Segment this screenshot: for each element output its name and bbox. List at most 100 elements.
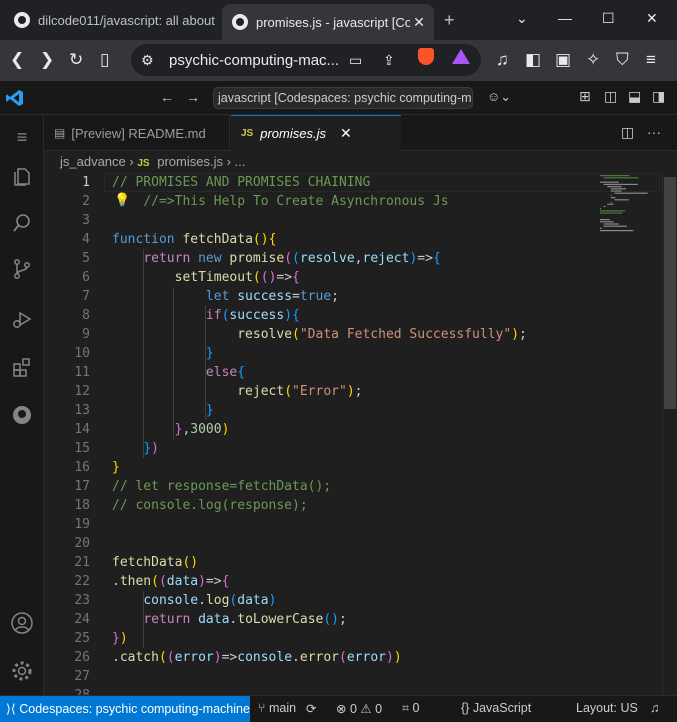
- code-line[interactable]: 27: [44, 667, 662, 686]
- line-number: 24: [74, 612, 90, 627]
- customize-layout-icon[interactable]: ⊞: [579, 88, 591, 105]
- brave-rewards-icon[interactable]: [452, 49, 470, 64]
- back-icon[interactable]: ❮: [10, 50, 24, 70]
- accounts-icon[interactable]: [0, 601, 44, 645]
- minimap[interactable]: [596, 173, 660, 253]
- code-line[interactable]: 5 return new promise((resolve,reject)=>{: [44, 249, 662, 268]
- breadcrumb-file[interactable]: promises.js: [157, 154, 223, 169]
- share-icon[interactable]: ⇪: [383, 50, 395, 70]
- code-editor[interactable]: 1 // PROMISES AND PROMISES CHAINING 2 //=>…: [44, 173, 662, 695]
- code-line[interactable]: 3: [44, 211, 662, 230]
- ports-count: 0: [412, 701, 420, 715]
- toggle-panel-icon[interactable]: ⬓: [628, 88, 641, 105]
- breadcrumb-more[interactable]: ...: [235, 154, 246, 169]
- ports-indicator[interactable]: ⌗ 0: [402, 701, 419, 716]
- code-line[interactable]: 9 resolve("Data Fetched Successfully");: [44, 325, 662, 344]
- code-line[interactable]: 6 setTimeout(()=>{: [44, 268, 662, 287]
- search-icon[interactable]: [0, 201, 44, 245]
- browser-tab-promises[interactable]: promises.js - javascript [Co ✕: [222, 4, 434, 40]
- editor-scrollbar[interactable]: [662, 173, 677, 695]
- scrollbar-thumb[interactable]: [664, 177, 676, 409]
- code-line[interactable]: 1 // PROMISES AND PROMISES CHAINING: [44, 173, 662, 192]
- minimap-line: [603, 183, 638, 185]
- tab-readme-preview[interactable]: ▤ [Preview] README.md: [44, 115, 230, 151]
- install-app-icon[interactable]: ▭: [349, 50, 362, 70]
- new-tab-button[interactable]: +: [444, 10, 455, 31]
- forward-icon[interactable]: ❯: [40, 50, 54, 70]
- code-line[interactable]: 20: [44, 534, 662, 553]
- brave-shield-icon[interactable]: [418, 48, 434, 65]
- remote-indicator[interactable]: ⟩⟨ Codespaces: psychic computing-machine: [0, 696, 250, 722]
- sync-icon[interactable]: ⟳: [306, 701, 316, 716]
- breadcrumb-folder[interactable]: js_advance: [60, 154, 126, 169]
- activity-bar: ≡: [0, 115, 44, 695]
- copilot-icon[interactable]: ☺⌄: [487, 89, 511, 105]
- toggle-sidebar-icon[interactable]: ◫: [604, 88, 617, 105]
- leo-ai-icon[interactable]: ✧: [586, 50, 600, 70]
- code-line[interactable]: 8 if(success){: [44, 306, 662, 325]
- line-number: 25: [74, 631, 90, 646]
- maximize-icon[interactable]: ☐: [602, 10, 615, 27]
- settings-gear-icon[interactable]: [0, 649, 44, 693]
- code-line[interactable]: 22 .then((data)=>{: [44, 572, 662, 591]
- split-editor-icon[interactable]: ◫: [621, 124, 634, 141]
- code-line[interactable]: 25}): [44, 629, 662, 648]
- code-line[interactable]: 16}: [44, 458, 662, 477]
- code-line[interactable]: 19: [44, 515, 662, 534]
- menu-icon[interactable]: ≡: [646, 50, 656, 70]
- code-line[interactable]: 12 reject("Error");: [44, 382, 662, 401]
- command-center[interactable]: javascript [Codespaces: psychic computin…: [213, 87, 473, 109]
- nav-back-icon[interactable]: ←: [160, 89, 174, 105]
- vpn-icon[interactable]: ⛉: [616, 50, 629, 70]
- site-info-icon[interactable]: ⚙: [141, 50, 154, 70]
- menu-icon[interactable]: ≡: [0, 115, 44, 159]
- close-icon[interactable]: ✕: [340, 125, 352, 142]
- code-line[interactable]: 13 }: [44, 401, 662, 420]
- more-actions-icon[interactable]: ···: [647, 124, 661, 140]
- code-line[interactable]: 14 },3000): [44, 420, 662, 439]
- language-mode[interactable]: {} JavaScript: [461, 701, 531, 715]
- code-line[interactable]: 4 function fetchData(){: [44, 230, 662, 249]
- code-line[interactable]: 10 }: [44, 344, 662, 363]
- line-number: 19: [74, 517, 90, 532]
- wallet-icon[interactable]: ▣: [555, 50, 571, 70]
- minimap-line: [603, 223, 619, 225]
- media-icon[interactable]: ♫: [496, 50, 509, 70]
- lightbulb-icon[interactable]: 💡: [114, 193, 130, 208]
- code-text: resolve("Data Fetched Successfully");: [237, 327, 527, 342]
- code-line[interactable]: 24 return data.toLowerCase();: [44, 610, 662, 629]
- tab-search-icon[interactable]: ⌄: [516, 10, 528, 27]
- problems-indicator[interactable]: ⊗ 0 ⚠ 0: [336, 701, 382, 716]
- keyboard-layout[interactable]: Layout: US: [576, 701, 638, 715]
- github-icon[interactable]: [0, 393, 44, 437]
- source-control-icon[interactable]: [0, 247, 44, 291]
- branch-indicator[interactable]: ⑂ main: [258, 701, 296, 715]
- reload-icon[interactable]: ↻: [69, 50, 83, 70]
- minimize-icon[interactable]: —: [558, 10, 572, 26]
- run-debug-icon[interactable]: [0, 297, 44, 341]
- line-number: 6: [82, 270, 90, 285]
- close-tab-icon[interactable]: ✕: [410, 14, 428, 31]
- code-line[interactable]: 28: [44, 686, 662, 695]
- toggle-secondary-sidebar-icon[interactable]: ◨: [652, 88, 665, 105]
- code-line[interactable]: 11 else{: [44, 363, 662, 382]
- tab-label: [Preview] README.md: [71, 125, 206, 141]
- tab-promises-js[interactable]: JS promises.js ✕: [231, 115, 401, 151]
- explorer-icon[interactable]: [0, 155, 44, 199]
- code-line[interactable]: 17 // let response=fetchData();: [44, 477, 662, 496]
- nav-forward-icon[interactable]: →: [186, 89, 200, 105]
- code-line[interactable]: 26 .catch((error)=>console.error(error)): [44, 648, 662, 667]
- remote-icon: ⟩⟨: [6, 702, 20, 716]
- code-line[interactable]: 7 let success=true;: [44, 287, 662, 306]
- close-window-icon[interactable]: ✕: [646, 10, 658, 27]
- extensions-icon[interactable]: [0, 345, 44, 389]
- sidebar-icon[interactable]: ◧: [525, 50, 541, 70]
- code-line[interactable]: 23 console.log(data): [44, 591, 662, 610]
- browser-tab-repo[interactable]: dilcode011/javascript: all about: [6, 6, 216, 34]
- code-line[interactable]: 15 }): [44, 439, 662, 458]
- code-line[interactable]: 2 //=>This Help To Create Asynchronous J…: [44, 192, 662, 211]
- notifications-bell-icon[interactable]: ♫: [650, 701, 659, 715]
- code-line[interactable]: 18 // console.log(response);: [44, 496, 662, 515]
- bookmark-icon[interactable]: ▯: [100, 50, 109, 70]
- code-line[interactable]: 21 fetchData(): [44, 553, 662, 572]
